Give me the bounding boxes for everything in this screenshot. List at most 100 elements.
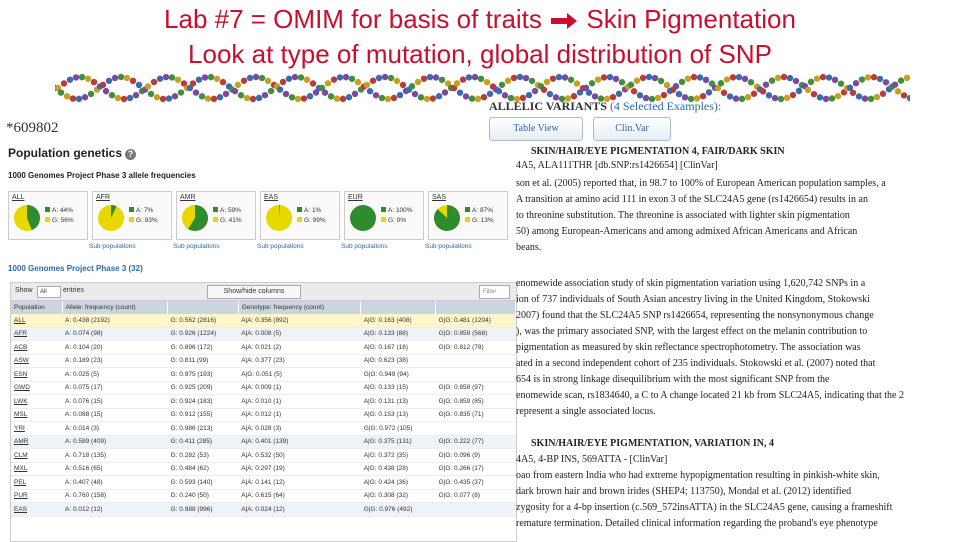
genotype-ag-cell: A|G: 0.372 (35)	[360, 448, 436, 463]
table-row: PEL A: 0.407 (48) G: 0.593 (140) A|A: 0.141…	[11, 475, 516, 490]
allelic-sub[interactable]: (4 Selected Examples):	[610, 99, 721, 113]
table-toolbar: Show All entries Show/hide columns Filte…	[11, 283, 516, 301]
population-cell[interactable]: AFR	[11, 327, 63, 341]
population-cell[interactable]: MSL	[11, 408, 63, 422]
allele-g-cell: G: 0.411 (285)	[167, 435, 239, 449]
pie-legend: A: 44% G: 56%	[45, 206, 74, 226]
variant-text-line: 4A5, ALA111THR [db.SNP:rs1426654] [ClinV…	[516, 160, 718, 171]
population-cell[interactable]: ESN	[11, 367, 63, 382]
genotype-aa-cell: A|G: 0.051 (5)	[238, 367, 361, 382]
table-header-row: Population Allele: frequency (count) Genot…	[11, 301, 516, 314]
allelic-variants-heading: ALLELIC VARIANTS (4 Selected Examples):	[489, 99, 721, 114]
population-cell[interactable]: CLM	[11, 448, 63, 463]
population-cell[interactable]: ACB	[11, 340, 63, 355]
frequency-table: Population Allele: frequency (count) Genot…	[11, 301, 516, 517]
allele-a-cell: A: 0.589 (409)	[62, 435, 168, 449]
allele-g-cell: G: 0.811 (99)	[167, 354, 239, 368]
population-cell[interactable]: YRI	[11, 421, 63, 436]
allele-a-cell: A: 0.012 (12)	[62, 502, 168, 517]
allele-g-cell: G: 0.593 (140)	[167, 475, 239, 490]
column-header[interactable]	[360, 301, 437, 314]
entries-select[interactable]: All	[37, 286, 61, 298]
population-cell[interactable]: ALL	[11, 314, 63, 328]
show-hide-columns-button[interactable]: Show/hide columns	[207, 285, 301, 299]
allele-g-cell: G: 0.896 (172)	[167, 340, 239, 355]
population-name[interactable]: SAS	[432, 194, 446, 201]
population-name[interactable]: EUR	[348, 194, 363, 201]
table-row: ESN A: 0.025 (5) G: 0.975 (193) A|G: 0.051 …	[11, 367, 516, 382]
genotype-ag-cell: A|G: 0.167 (16)	[360, 340, 436, 355]
allelic-title: ALLELIC VARIANTS	[489, 99, 607, 113]
filter-input[interactable]: Filter	[479, 285, 510, 299]
variant-text-line: represent a single associated locus.	[516, 406, 656, 417]
column-header[interactable]	[435, 301, 516, 314]
clinvar-button[interactable]: Clin.Var	[593, 117, 671, 141]
column-header[interactable]	[167, 301, 239, 314]
population-box-afr: AFR A: 7% G: 93%	[92, 191, 172, 240]
population-cell[interactable]: MXL	[11, 462, 63, 476]
allele-a-cell: A: 0.075 (17)	[62, 381, 168, 395]
pie-legend: A: 100% G: 0%	[381, 206, 413, 226]
allele-g-cell: G: 0.988 (996)	[167, 502, 239, 517]
help-icon[interactable]: ?	[125, 149, 137, 160]
column-header[interactable]: Population	[11, 301, 63, 314]
right-arrow-icon	[551, 13, 578, 30]
column-header[interactable]: Allele: frequency (count)	[62, 301, 169, 314]
slide-title-line-2: Look at type of mutation, global distrib…	[188, 39, 772, 69]
population-cell[interactable]: PUR	[11, 489, 63, 503]
genotype-gg-cell: G|G: 0.096 (9)	[435, 448, 516, 463]
allele-g-cell: G: 0.484 (62)	[167, 462, 239, 476]
sub-populations-link[interactable]: Sub populations	[89, 243, 136, 250]
population-cell[interactable]: GWD	[11, 381, 63, 395]
allele-a-cell: A: 0.088 (15)	[62, 408, 168, 422]
genotype-aa-cell: A|A: 0.021 (2)	[238, 340, 361, 355]
table-row: YRI A: 0.014 (3) G: 0.986 (213) A|A: 0.028 …	[11, 421, 516, 436]
sub-populations-link[interactable]: Sub populations	[341, 243, 388, 250]
genotype-ag-cell: A|G: 0.133 (15)	[360, 381, 436, 395]
column-header[interactable]: Genotype: frequency (count)	[238, 301, 362, 314]
sub-populations-link[interactable]: Sub populations	[173, 243, 220, 250]
population-name[interactable]: EAS	[264, 194, 278, 201]
genotype-gg-cell: G|G: 0.835 (71)	[435, 408, 516, 422]
sub-populations-link[interactable]: Sub populations	[257, 243, 304, 250]
population-cell[interactable]: PEL	[11, 475, 63, 490]
population-name[interactable]: AFR	[96, 194, 110, 201]
population-cell[interactable]: ASW	[11, 354, 63, 368]
title-part-1: Lab #7 = OMIM for basis of traits	[164, 4, 542, 34]
sub-populations-link[interactable]: Sub populations	[425, 243, 472, 250]
genotype-aa-cell: A|A: 0.401 (139)	[238, 435, 361, 449]
genotype-aa-cell: A|A: 0.532 (50)	[238, 448, 361, 463]
allele-a-cell: A: 0.189 (23)	[62, 354, 168, 368]
allele-a-label: A: 59%	[220, 207, 241, 214]
allele-a-cell: A: 0.014 (3)	[62, 421, 168, 436]
variant-text-line: 4A5, 4-BP INS, 569ATTA - [ClinVar]	[516, 454, 668, 465]
genotype-aa-cell: A|A: 0.377 (23)	[238, 354, 361, 368]
variant-text-line: enomewide scan, rs1834640, a C to A chan…	[516, 390, 904, 401]
allele-a-cell: A: 0.104 (20)	[62, 340, 168, 355]
pie-legend: A: 59% G: 41%	[213, 206, 242, 226]
allele-g-cell: G: 0.912 (155)	[167, 408, 239, 422]
allele-g-cell: G: 0.926 (1224)	[167, 327, 239, 341]
table-view-button[interactable]: Table View	[489, 117, 583, 141]
genotype-ag-cell: G|G: 0.976 (492)	[360, 502, 436, 517]
population-cell[interactable]: EAS	[11, 502, 63, 517]
population-cell[interactable]: AMR	[11, 435, 63, 449]
kg-phase3-table-title[interactable]: 1000 Genomes Project Phase 3 (32)	[8, 264, 143, 273]
population-name[interactable]: AMR	[180, 194, 196, 201]
allele-g-label: G: 13%	[472, 217, 494, 224]
table-body: ALL A: 0.438 (2192) G: 0.562 (2816) A|A: 0.…	[11, 314, 516, 517]
genotype-ag-cell: A|G: 0.424 (36)	[360, 475, 436, 490]
allele-g-cell: G: 0.975 (193)	[167, 367, 239, 382]
genotype-ag-cell: A|G: 0.153 (13)	[360, 408, 436, 422]
variant-text-line: ated in a second independent cohort of 2…	[516, 358, 876, 369]
population-name[interactable]: ALL	[12, 194, 24, 201]
population-cell[interactable]: LWK	[11, 394, 63, 409]
population-genetics-title: Population genetics	[8, 146, 123, 160]
variant-text-line: 2007) found that the SLC24A5 SNP rs14266…	[516, 310, 874, 321]
genotype-ag-cell: A|G: 0.133 (88)	[360, 327, 436, 341]
allele-g-cell: G: 0.282 (53)	[167, 448, 239, 463]
variant-heading: SKIN/HAIR/EYE PIGMENTATION 4, FAIR/DARK …	[531, 146, 785, 157]
allele-pie-chart	[434, 205, 460, 231]
kg-frequencies-label: 1000 Genomes Project Phase 3 allele freq…	[8, 171, 196, 180]
genotype-aa-cell: A|A: 0.028 (3)	[238, 421, 361, 436]
